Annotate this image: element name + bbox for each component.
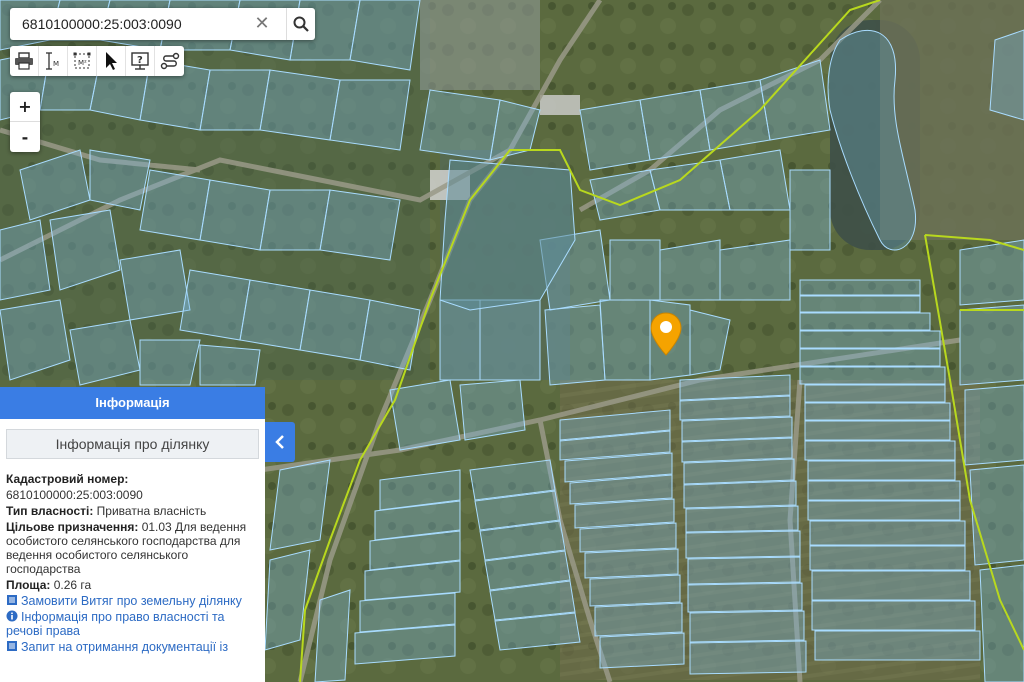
measure-area-button[interactable]: M² xyxy=(68,46,97,76)
chevron-left-icon xyxy=(275,435,284,449)
measure-line-icon: M xyxy=(46,52,59,70)
route-button[interactable] xyxy=(155,46,184,76)
area-label: Площа: xyxy=(6,578,51,592)
printer-icon xyxy=(15,52,33,70)
cadastral-value: 6810100000:25:003:0090 xyxy=(6,488,143,502)
collapse-panel-button[interactable] xyxy=(265,422,295,462)
info-icon xyxy=(6,610,18,622)
svg-text:M²: M² xyxy=(78,59,87,67)
documentation-request-link[interactable]: Запит на отримання документації із xyxy=(6,640,259,654)
zoom-control: + - xyxy=(10,92,40,152)
purpose-label: Цільове призначення: xyxy=(6,520,139,534)
select-button[interactable] xyxy=(97,46,126,76)
panel-body: Інформація про ділянку Кадастровий номер… xyxy=(0,419,265,654)
location-marker-icon[interactable] xyxy=(650,312,682,356)
area-value: 0.26 га xyxy=(53,578,92,592)
cadastral-label: Кадастровий номер: xyxy=(6,472,129,486)
link-label: Замовити Витяг про земельну ділянку xyxy=(21,594,242,608)
info-panel: Інформація Інформація про ділянку Кадаст… xyxy=(0,387,265,682)
zoom-out-button[interactable]: - xyxy=(10,122,40,152)
ownership-value: Приватна власність xyxy=(96,504,207,518)
identify-button[interactable]: ? xyxy=(126,46,155,76)
measure-area-icon: M² xyxy=(73,52,91,69)
pointer-icon xyxy=(106,52,117,70)
help-icon: ? xyxy=(131,52,149,70)
cadastral-search-box: ✕ xyxy=(10,8,315,40)
print-button[interactable] xyxy=(10,46,39,76)
document-icon xyxy=(7,641,17,651)
zoom-in-button[interactable]: + xyxy=(10,92,40,122)
ownership-label: Тип власності: xyxy=(6,504,94,518)
svg-text:?: ? xyxy=(137,55,143,66)
ownership-row: Тип власності: Приватна власність xyxy=(6,504,259,518)
link-label: Запит на отримання документації із xyxy=(21,640,229,654)
document-icon xyxy=(7,595,17,605)
purpose-row: Цільове призначення: 01.03 Для ведення о… xyxy=(6,520,259,576)
panel-subtitle: Інформація про ділянку xyxy=(6,429,259,459)
area-row: Площа: 0.26 га xyxy=(6,578,259,592)
search-icon xyxy=(293,16,309,32)
ownership-info-link[interactable]: Інформація про право власності та речові… xyxy=(6,610,259,638)
panel-header: Інформація xyxy=(0,387,265,419)
clear-search-icon[interactable]: ✕ xyxy=(252,14,272,34)
search-button[interactable] xyxy=(286,8,315,40)
map-toolbar: M M² ? xyxy=(10,46,184,76)
cadastral-number-row: Кадастровий номер: xyxy=(6,472,259,486)
link-label: Інформація про право власності та речові… xyxy=(6,610,225,638)
measure-distance-button[interactable]: M xyxy=(39,46,68,76)
search-input[interactable] xyxy=(10,8,272,40)
svg-text:M: M xyxy=(53,60,59,68)
order-extract-link[interactable]: Замовити Витяг про земельну ділянку xyxy=(6,594,259,608)
route-icon xyxy=(160,52,179,70)
